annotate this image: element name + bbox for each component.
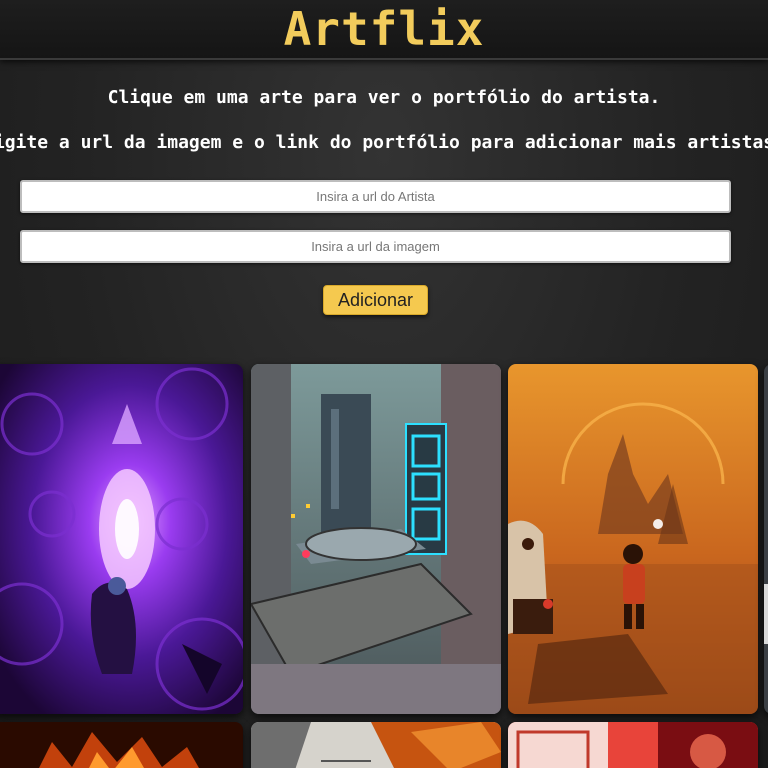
artwork-card-orange[interactable] xyxy=(508,364,758,714)
artwork-card-autumn[interactable] xyxy=(251,722,501,768)
artwork-card-edge[interactable] xyxy=(764,364,768,714)
artwork-orange-ruins xyxy=(508,364,758,714)
artwork-red-neon xyxy=(508,722,758,768)
artwork-purple-cavern xyxy=(0,364,243,714)
artwork-card-fire[interactable] xyxy=(0,722,243,768)
artwork-card-cyber[interactable] xyxy=(251,364,501,714)
artwork-card-purple[interactable] xyxy=(0,364,243,714)
artwork-autumn-forest xyxy=(251,722,501,768)
artwork-gallery xyxy=(0,0,768,768)
artwork-edge-slice xyxy=(764,364,768,714)
artwork-cyber-city xyxy=(251,364,501,714)
artwork-fire-scene xyxy=(0,722,243,768)
artwork-card-red[interactable] xyxy=(508,722,758,768)
